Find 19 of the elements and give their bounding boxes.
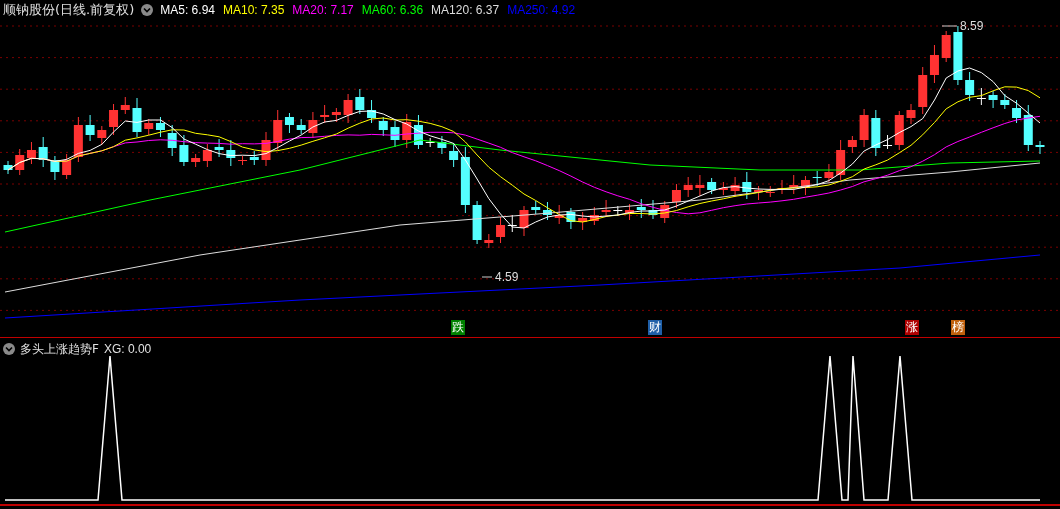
moving-average-reading: MA20: 7.17	[292, 2, 354, 19]
event-marker[interactable]: 跌	[451, 320, 465, 335]
price-label: 4.59	[495, 270, 519, 284]
stock-title: 顺钠股份(日线.前复权)	[3, 1, 135, 20]
moving-average-reading: MA250: 4.92	[507, 2, 576, 19]
leader-line	[481, 276, 493, 278]
dropdown-icon[interactable]	[141, 4, 154, 16]
event-marker[interactable]: 涨	[905, 320, 919, 335]
moving-average-reading: MA120: 6.37	[431, 2, 500, 19]
leader-line	[941, 25, 958, 27]
event-marker[interactable]: 榜	[951, 320, 965, 335]
price-label: 8.59	[960, 20, 984, 33]
moving-average-reading: MA5: 6.94	[160, 2, 215, 19]
moving-average-reading: MA60: 6.36	[361, 2, 424, 19]
indicator-title: 多头上涨趋势F	[20, 341, 99, 358]
event-marker[interactable]: 财	[648, 320, 662, 335]
moving-average-reading: MA10: 7.35	[223, 2, 285, 19]
indicator-reading: XG: 0.00	[103, 341, 152, 358]
dropdown-icon[interactable]	[3, 343, 15, 355]
